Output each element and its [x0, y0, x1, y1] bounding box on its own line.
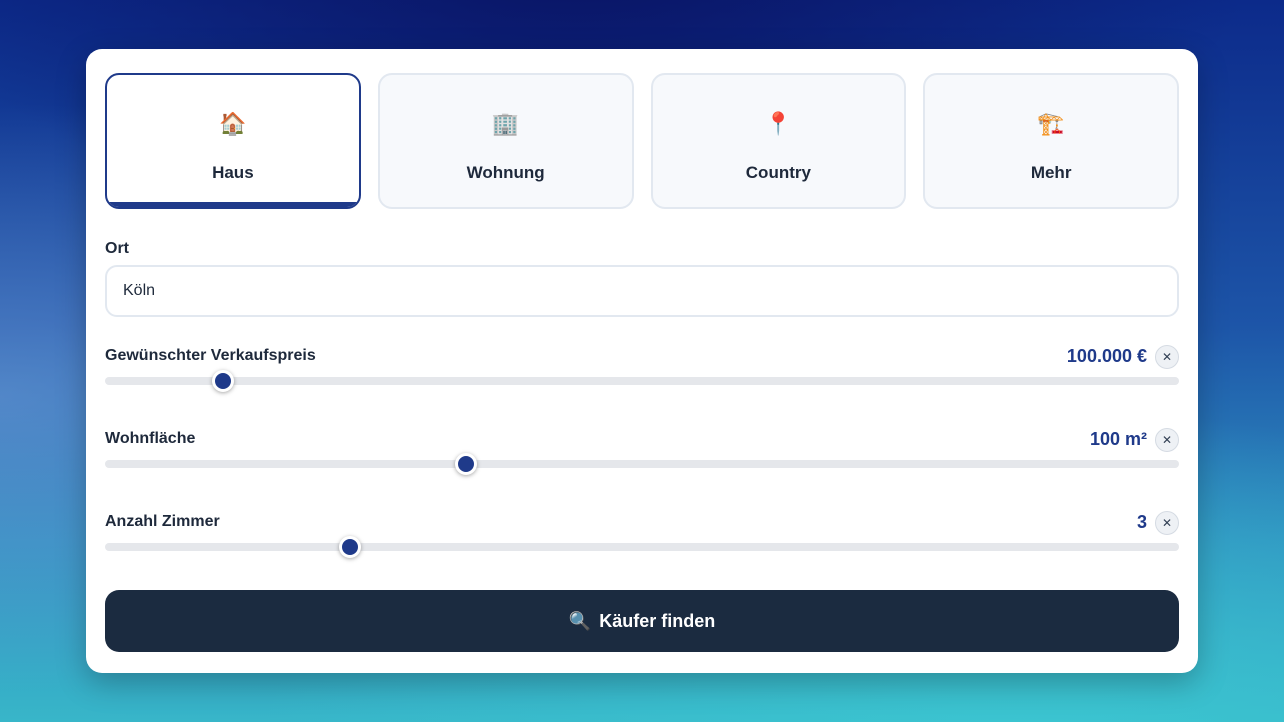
- search-icon: 🔍: [568, 610, 592, 631]
- rooms-slider-thumb[interactable]: [338, 536, 361, 558]
- area-slider-group: Wohnfläche 100 m² ✕: [105, 428, 1179, 479]
- buyer-search-card: 🏠 Haus 🏢 Wohnung 📍 Country 🏗️ Mehr Ort G…: [86, 49, 1198, 673]
- property-type-haus[interactable]: 🏠 Haus: [105, 73, 361, 209]
- price-slider-thumb[interactable]: [212, 370, 235, 392]
- property-type-wohnung[interactable]: 🏢 Wohnung: [377, 73, 634, 209]
- location-input[interactable]: [105, 265, 1179, 317]
- find-buyers-label: Käufer finden: [599, 610, 716, 631]
- house-icon: 🏠: [219, 111, 247, 136]
- property-type-label: Haus: [212, 163, 254, 182]
- property-type-country[interactable]: 📍 Country: [650, 73, 907, 209]
- area-slider-thumb[interactable]: [454, 453, 477, 475]
- area-value: 100 m²: [1089, 429, 1147, 449]
- rooms-clear-button[interactable]: ✕: [1155, 511, 1179, 535]
- area-clear-button[interactable]: ✕: [1155, 428, 1179, 452]
- property-type-mehr[interactable]: 🏗️ Mehr: [923, 73, 1179, 209]
- property-type-selector: 🏠 Haus 🏢 Wohnung 📍 Country 🏗️ Mehr: [105, 73, 1179, 209]
- area-slider-track[interactable]: [105, 460, 1179, 468]
- construction-crane-icon: 🏗️: [1037, 111, 1065, 136]
- rooms-label: Anzahl Zimmer: [105, 513, 220, 530]
- area-label: Wohnfläche: [105, 430, 196, 447]
- price-clear-button[interactable]: ✕: [1155, 345, 1179, 369]
- price-slider-track[interactable]: [105, 377, 1179, 385]
- price-slider-group: Gewünschter Verkaufspreis 100.000 € ✕: [105, 345, 1179, 396]
- location-pin-icon: 📍: [764, 111, 793, 136]
- apartment-building-icon: 🏢: [491, 111, 520, 136]
- rooms-value: 3: [1136, 512, 1147, 532]
- rooms-slider-track[interactable]: [105, 543, 1179, 551]
- price-label: Gewünschter Verkaufspreis: [105, 347, 316, 364]
- find-buyers-button[interactable]: 🔍 Käufer finden: [105, 590, 1179, 652]
- property-type-label: Mehr: [1030, 163, 1072, 182]
- location-label: Ort: [105, 240, 129, 257]
- property-type-label: Country: [745, 163, 811, 182]
- rooms-slider-group: Anzahl Zimmer 3 ✕: [105, 511, 1179, 562]
- price-value: 100.000 €: [1066, 346, 1147, 366]
- property-type-label: Wohnung: [466, 163, 545, 182]
